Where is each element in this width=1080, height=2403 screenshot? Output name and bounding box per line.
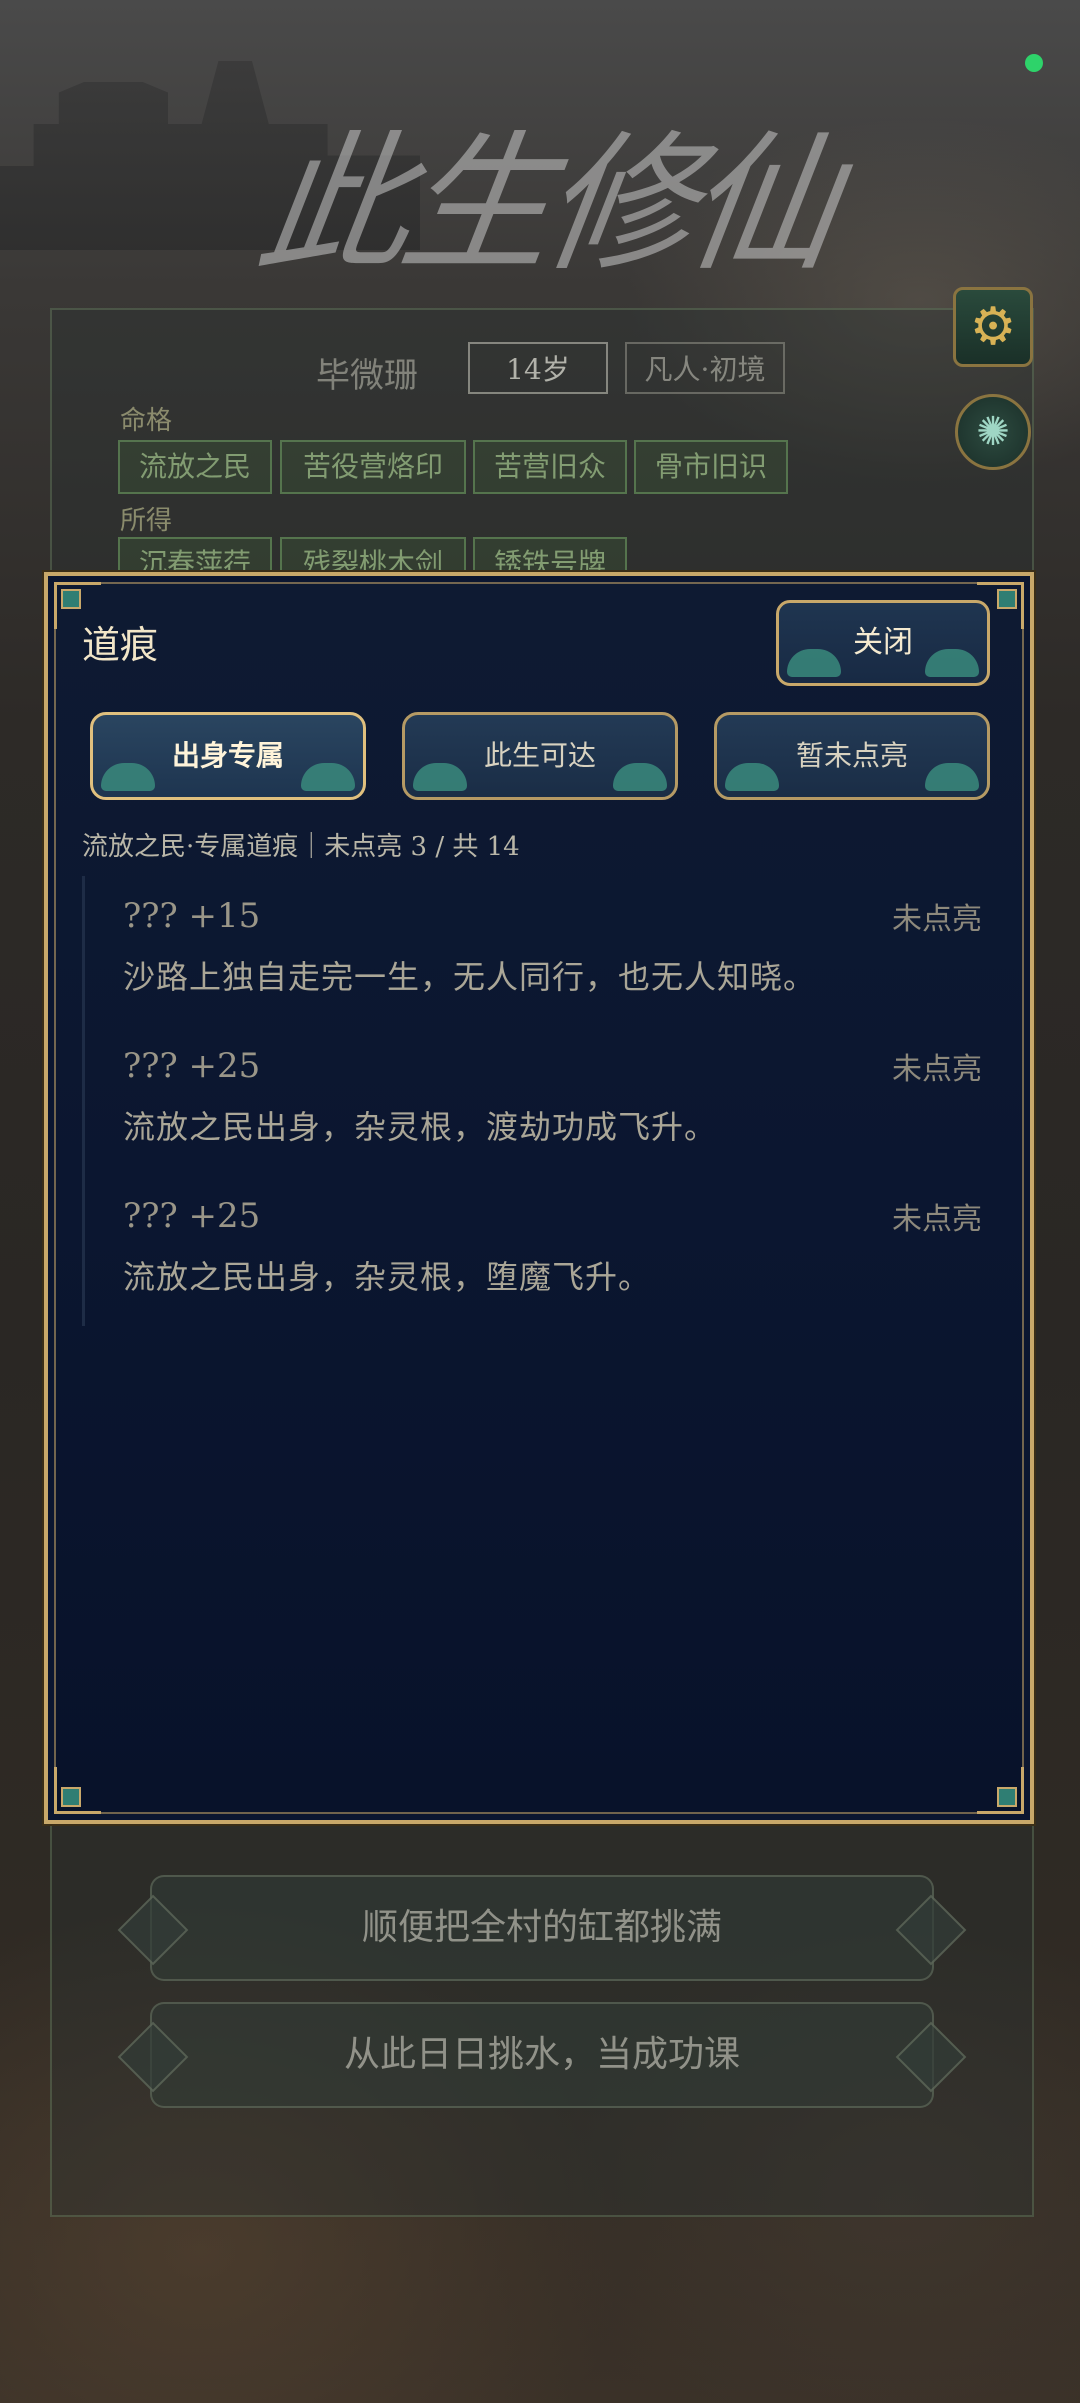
cloud-ornament-icon	[787, 649, 841, 677]
status-indicator	[1025, 54, 1043, 72]
cloud-ornament-icon	[613, 763, 667, 791]
swirl-button[interactable]: ✺	[955, 394, 1031, 470]
entry-status: 未点亮	[892, 1052, 982, 1087]
marks-list: ??? +15 未点亮 沙路上独自走完一生，无人同行，也无人知晓。 ??? +2…	[82, 876, 982, 1326]
close-button[interactable]: 关闭	[776, 600, 990, 686]
fate-tag[interactable]: 苦营旧众	[473, 440, 627, 494]
fate-tag[interactable]: 流放之民	[118, 440, 272, 494]
list-item: ??? +25 未点亮 流放之民出身，杂灵根，渡劫功成飞升。	[82, 1026, 982, 1176]
corner-ornament	[977, 1767, 1024, 1814]
entry-description: 沙路上独自走完一生，无人同行，也无人知晓。	[123, 958, 817, 996]
tab-reachable[interactable]: 此生可达	[402, 712, 678, 800]
profile-header: 毕微珊 14岁 凡人·初境	[0, 340, 1080, 400]
entry-score: ??? +25	[123, 1196, 261, 1236]
tab-unlit[interactable]: 暂未点亮	[714, 712, 990, 800]
cloud-ornament-icon	[925, 649, 979, 677]
cloud-ornament-icon	[101, 763, 155, 791]
cloud-ornament-icon	[925, 763, 979, 791]
fate-label: 命格	[120, 406, 173, 436]
fate-tag[interactable]: 骨市旧识	[634, 440, 788, 494]
cloud-ornament-icon	[413, 763, 467, 791]
character-name: 毕微珊	[316, 356, 418, 396]
entry-description: 流放之民出身，杂灵根，渡劫功成飞升。	[123, 1108, 718, 1146]
corner-ornament	[54, 1767, 101, 1814]
list-item: ??? +15 未点亮 沙路上独自走完一生，无人同行，也无人知晓。	[82, 876, 982, 1026]
swirl-icon: ✺	[976, 409, 1010, 455]
entry-description: 流放之民出身，杂灵根，堕魔飞升。	[123, 1258, 652, 1296]
realm-badge: 凡人·初境	[625, 342, 785, 394]
settings-button[interactable]: ⚙	[953, 287, 1033, 367]
choice-button-2[interactable]: 从此日日挑水，当成功课	[150, 2002, 934, 2108]
entry-score: ??? +25	[123, 1046, 261, 1086]
game-logo: 此生修仙	[248, 118, 842, 292]
tab-label: 此生可达	[483, 739, 596, 772]
age-badge: 14岁	[468, 342, 608, 394]
fate-tag[interactable]: 苦役营烙印	[280, 440, 466, 494]
choice-button-1[interactable]: 顺便把全村的缸都挑满	[150, 1875, 934, 1981]
modal-title: 道痕	[82, 623, 159, 667]
entry-status: 未点亮	[892, 1202, 982, 1237]
list-item: ??? +25 未点亮 流放之民出身，杂灵根，堕魔飞升。	[82, 1176, 982, 1326]
tab-origin-exclusive[interactable]: 出身专属	[90, 712, 366, 800]
tab-label: 暂未点亮	[795, 739, 908, 772]
gear-icon: ⚙	[969, 297, 1017, 357]
close-button-label: 关闭	[853, 625, 913, 660]
entry-score: ??? +15	[123, 896, 261, 936]
marks-summary: 流放之民·专属道痕｜未点亮 3 / 共 14	[82, 832, 520, 862]
gains-label: 所得	[120, 506, 173, 536]
dao-marks-modal: 道痕 关闭 出身专属 此生可达 暂未点亮 流放之民·专属道痕｜未点亮 3 / 共…	[44, 572, 1034, 1824]
entry-status: 未点亮	[892, 902, 982, 937]
cloud-ornament-icon	[725, 763, 779, 791]
tab-label: 出身专属	[171, 739, 284, 772]
cloud-ornament-icon	[301, 763, 355, 791]
